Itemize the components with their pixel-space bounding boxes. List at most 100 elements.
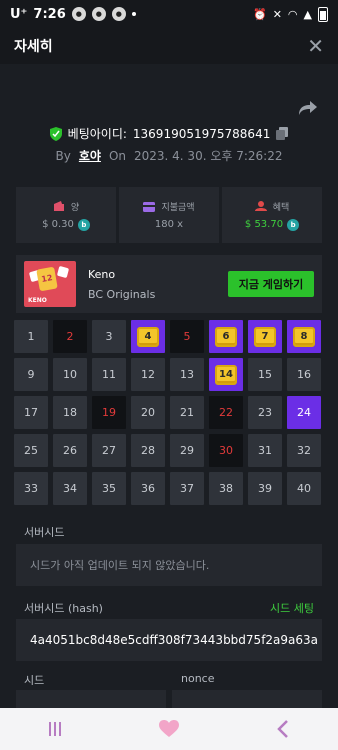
keno-cell-39: 39	[248, 472, 282, 505]
bet-byline: By 호야 On 2023. 4. 30. 오후 7:26:22	[0, 147, 338, 164]
keno-cell-19: 19	[92, 396, 126, 429]
home-heart-icon[interactable]	[158, 720, 179, 738]
by-label: By	[55, 148, 71, 163]
coin-icon: b	[77, 218, 90, 231]
server-seed-label: 서버시드	[24, 526, 65, 539]
keno-hit-gem: 8	[293, 326, 315, 347]
card-icon	[143, 201, 156, 212]
system-nav-bar	[0, 708, 338, 750]
thumb-text: KENO	[28, 297, 47, 304]
keno-cell-33: 33	[14, 472, 48, 505]
keno-cell-16: 16	[287, 358, 321, 391]
verified-shield-icon	[49, 126, 62, 141]
keno-cell-15: 15	[248, 358, 282, 391]
keno-hit-gem: 14	[215, 364, 237, 385]
on-label: On	[108, 148, 126, 163]
bet-id-label: 베팅아이디:	[67, 127, 127, 141]
keno-cell-22: 22	[209, 396, 243, 429]
bet-id-row: 베팅아이디: 136919051975788641	[0, 125, 338, 142]
status-bar: U⁺ 7:26 ● ● ● ⏰ ✕ ◠ ▲	[0, 0, 338, 28]
server-seed-hash-field[interactable]: 4a4051bc8d48e5cdff308f73443bbd75f2a9a63a	[16, 619, 322, 661]
bet-datetime: 2023. 4. 30. 오후 7:26:22	[134, 149, 283, 163]
stat-payout-value: 180 x	[154, 219, 184, 230]
thumb-number: 12	[36, 266, 58, 292]
keno-cell-2: 2	[53, 320, 87, 353]
keno-cell-10: 10	[53, 358, 87, 391]
keno-cell-31: 31	[248, 434, 282, 467]
keno-cell-8: 8	[287, 320, 321, 353]
stat-amount-label: 양	[70, 202, 80, 213]
page-title: 자세히	[14, 39, 53, 55]
keno-cell-30: 30	[209, 434, 243, 467]
play-now-button[interactable]: 지금 게임하기	[228, 271, 314, 297]
stat-payout-label: 지불금액	[161, 203, 195, 213]
server-seed-hash-label: 서버시드 (hash)	[24, 602, 103, 615]
server-seed-hash-value: 4a4051bc8d48e5cdff308f73443bbd75f2a9a63a	[30, 633, 319, 647]
keno-hit-gem: 6	[215, 326, 237, 347]
keno-cell-28: 28	[131, 434, 165, 467]
seed-setting-link[interactable]: 시드 세팅	[270, 600, 314, 616]
keno-cell-5: 5	[170, 320, 204, 353]
keno-cell-3: 3	[92, 320, 126, 353]
nonce-label: nonce	[181, 672, 215, 685]
keno-cell-1: 1	[14, 320, 48, 353]
share-icon[interactable]	[298, 100, 318, 116]
keno-cell-26: 26	[53, 434, 87, 467]
keno-grid: 1 2 3 4 5 6 7 8 9 10 11 12 13 14 15 16 17 18 19 20 21 22 23 24 2…	[14, 320, 324, 505]
keno-cell-20: 20	[131, 396, 165, 429]
stat-profit: 혜택 $ 53.70 b	[222, 187, 322, 243]
stat-amount-value: $ 0.30	[42, 219, 74, 230]
signal-icon: ▲	[303, 7, 312, 21]
keno-cell-7: 7	[248, 320, 282, 353]
keno-cell-14: 14	[209, 358, 243, 391]
user-link[interactable]: 호야	[79, 147, 101, 164]
keno-cell-40: 40	[287, 472, 321, 505]
bet-detail-content: 베팅아이디: 136919051975788641 By 호야 On 2023.…	[0, 64, 338, 708]
keno-cell-36: 36	[131, 472, 165, 505]
close-button[interactable]: ✕	[307, 36, 324, 56]
keno-cell-35: 35	[92, 472, 126, 505]
keno-cell-34: 34	[53, 472, 87, 505]
gift-icon	[254, 201, 267, 211]
notification-icon: ●	[111, 7, 126, 21]
keno-cell-11: 11	[92, 358, 126, 391]
keno-cell-18: 18	[53, 396, 87, 429]
recent-apps-icon[interactable]	[48, 722, 62, 736]
game-provider: BC Originals	[88, 287, 156, 301]
keno-cell-29: 29	[170, 434, 204, 467]
keno-cell-37: 37	[170, 472, 204, 505]
copy-icon[interactable]	[276, 127, 289, 140]
alarm-icon: ⏰	[253, 7, 267, 21]
game-card: 12 KENO Keno BC Originals 지금 게임하기	[16, 255, 322, 313]
seed-field[interactable]	[16, 690, 166, 708]
server-seed-message: 시드가 아직 업데이트 되지 않았습니다.	[30, 559, 210, 572]
notification-icon: ●	[91, 7, 106, 21]
bet-stats: 양 $ 0.30 b 지불금액 180 x 혜택 $ 53.70 b	[16, 187, 322, 243]
keno-thumbnail[interactable]: 12 KENO	[24, 261, 76, 307]
keno-cell-13: 13	[170, 358, 204, 391]
nonce-field[interactable]	[172, 690, 322, 708]
stat-profit-label: 혜택	[272, 202, 290, 213]
clock: 7:26	[33, 6, 66, 22]
keno-hit-gem: 4	[137, 326, 159, 347]
back-icon[interactable]	[276, 720, 290, 738]
carrier-label: U⁺	[10, 6, 28, 22]
game-name: Keno	[88, 267, 116, 281]
keno-cell-21: 21	[170, 396, 204, 429]
bet-id-value: 136919051975788641	[132, 126, 271, 141]
server-seed-box: 시드가 아직 업데이트 되지 않았습니다.	[16, 544, 322, 586]
keno-cell-25: 25	[14, 434, 48, 467]
keno-cell-17: 17	[14, 396, 48, 429]
wallet-icon	[53, 201, 64, 211]
coin-icon: b	[287, 218, 300, 231]
notification-icon: ●	[71, 7, 86, 21]
keno-hit-gem: 7	[254, 326, 276, 347]
stat-profit-value: $ 53.70	[244, 219, 284, 230]
keno-cell-38: 38	[209, 472, 243, 505]
stat-payout: 지불금액 180 x	[119, 187, 219, 243]
keno-cell-24: 24	[287, 396, 321, 429]
mute-icon: ✕	[272, 7, 282, 21]
keno-cell-27: 27	[92, 434, 126, 467]
stat-amount: 양 $ 0.30 b	[16, 187, 116, 243]
modal-header: 자세히 ✕	[0, 28, 338, 64]
